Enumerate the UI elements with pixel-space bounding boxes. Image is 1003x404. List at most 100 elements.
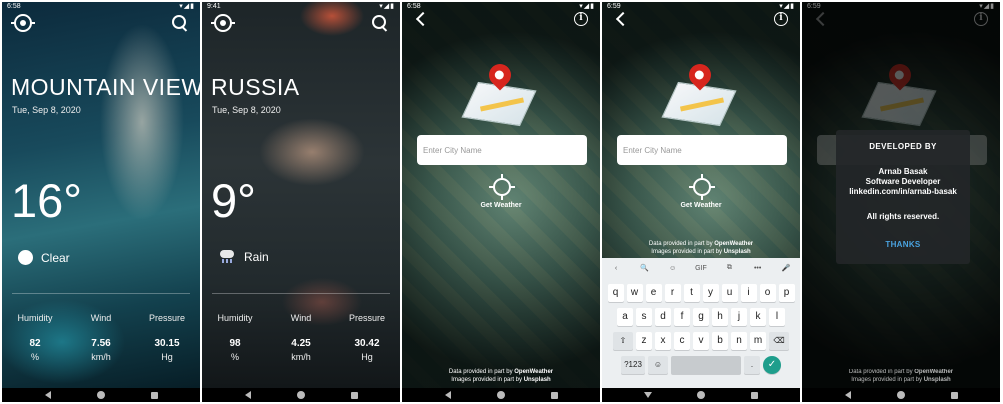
get-weather-button[interactable]: Get Weather xyxy=(602,202,800,209)
temperature: 9° xyxy=(211,174,256,227)
key[interactable]: c xyxy=(674,332,690,350)
key[interactable]: x xyxy=(655,332,671,350)
info-icon[interactable]: i xyxy=(574,12,588,26)
back-arrow-icon[interactable] xyxy=(415,11,431,27)
space-key[interactable] xyxy=(671,356,741,374)
credit-images-prefix: Images provided in part by xyxy=(651,249,723,255)
thanks-button[interactable]: THANKS xyxy=(836,240,970,249)
nav-home-icon[interactable] xyxy=(296,391,305,399)
city-name-input[interactable] xyxy=(417,135,587,165)
enter-key[interactable]: ✓ xyxy=(763,356,781,374)
my-location-icon[interactable] xyxy=(11,14,35,32)
key[interactable]: p xyxy=(778,284,795,302)
nav-recents-icon[interactable] xyxy=(750,391,758,399)
nav-back-icon[interactable] xyxy=(244,391,251,399)
developer-link[interactable]: linkedin.com/in/arnab-basak xyxy=(836,187,970,197)
key[interactable]: e xyxy=(645,284,662,302)
key[interactable]: f xyxy=(674,308,690,326)
nav-home-icon[interactable] xyxy=(696,391,705,399)
credit-data-prefix: Data provided in part by xyxy=(448,369,513,375)
kb-mic-icon[interactable]: 🎤 xyxy=(778,264,794,272)
kb-collapse-icon[interactable]: ‹ xyxy=(608,265,624,272)
credit-data: Data provided in part by OpenWeather xyxy=(802,368,1000,376)
key[interactable]: q xyxy=(607,284,624,302)
nav-recents-icon[interactable] xyxy=(350,391,358,399)
kb-translate-icon[interactable]: ⧉ xyxy=(721,264,737,272)
search-icon[interactable] xyxy=(372,15,388,31)
key[interactable]: a xyxy=(617,308,633,326)
status-time: 6:58 xyxy=(407,3,421,10)
shift-key[interactable]: ⇧ xyxy=(613,332,633,350)
credit-images-source[interactable]: Unsplash xyxy=(524,377,551,383)
key[interactable]: u xyxy=(721,284,738,302)
key[interactable]: l xyxy=(769,308,785,326)
kb-search-icon[interactable]: 🔍 xyxy=(636,264,652,272)
period-key[interactable]: . xyxy=(744,356,760,374)
nav-recents-icon[interactable] xyxy=(150,391,158,399)
about-dialog-screen: 6:59 ▾◢▮ i DEVELOPED BY Arnab Basak Soft… xyxy=(802,2,1000,402)
key[interactable]: z xyxy=(636,332,652,350)
credit-data: Data provided in part by OpenWeather xyxy=(602,240,800,248)
city-name: MOUNTAIN VIEW xyxy=(11,74,200,100)
key[interactable]: k xyxy=(750,308,766,326)
nav-back-icon[interactable] xyxy=(444,391,451,399)
kb-more-icon[interactable]: ••• xyxy=(750,265,766,272)
key[interactable]: v xyxy=(693,332,709,350)
stat-value: 30.42 xyxy=(354,338,380,349)
stat-unit: % xyxy=(230,352,239,362)
key[interactable]: w xyxy=(626,284,643,302)
key[interactable]: s xyxy=(636,308,652,326)
condition-label: Rain xyxy=(244,250,269,264)
temperature: 16° xyxy=(11,174,83,227)
key[interactable]: m xyxy=(750,332,766,350)
date-label: Tue, Sep 8, 2020 xyxy=(12,105,81,115)
kb-gif-button[interactable]: GIF xyxy=(693,265,709,272)
get-weather-button[interactable]: Get Weather xyxy=(402,202,600,209)
nav-recents-icon[interactable] xyxy=(950,391,958,399)
nav-back-icon[interactable] xyxy=(44,391,51,399)
credit-data-source[interactable]: OpenWeather xyxy=(514,369,553,375)
status-icons: ▾◢▮ xyxy=(779,3,795,10)
key[interactable]: n xyxy=(731,332,747,350)
credit-data-prefix: Data provided in part by xyxy=(848,369,913,375)
stat-unit: % xyxy=(30,352,39,362)
key[interactable]: j xyxy=(731,308,747,326)
status-bar: 9:41 ▾◢▮ xyxy=(202,2,400,11)
back-arrow-icon[interactable] xyxy=(615,11,631,27)
nav-recents-icon[interactable] xyxy=(550,391,558,399)
key[interactable]: i xyxy=(740,284,757,302)
key[interactable]: d xyxy=(655,308,671,326)
keyboard-row-4: ?123 ☺ . ✓ xyxy=(602,356,800,374)
credit-data-source[interactable]: OpenWeather xyxy=(714,241,753,247)
divider xyxy=(12,293,190,294)
key[interactable]: o xyxy=(759,284,776,302)
emoji-key[interactable]: ☺ xyxy=(648,356,668,374)
status-time: 6:58 xyxy=(7,3,21,10)
search-icon[interactable] xyxy=(172,15,188,31)
key[interactable]: y xyxy=(702,284,719,302)
stat-value: 4.25 xyxy=(291,338,311,349)
nav-home-icon[interactable] xyxy=(896,391,905,399)
weather-screen-russia: 9:41 ▾◢▮ RUSSIA Tue, Sep 8, 2020 9° Rain… xyxy=(202,2,400,402)
nav-home-icon[interactable] xyxy=(496,391,505,399)
key[interactable]: g xyxy=(693,308,709,326)
credit-images-source[interactable]: Unsplash xyxy=(724,249,751,255)
city-name-input[interactable] xyxy=(617,135,787,165)
gps-crosshair-icon[interactable] xyxy=(689,174,715,200)
my-location-icon[interactable] xyxy=(211,14,235,32)
key[interactable]: b xyxy=(712,332,728,350)
stat-label: Pressure xyxy=(148,313,185,323)
credits: Data provided in part by OpenWeather Ima… xyxy=(802,368,1000,384)
symbols-key[interactable]: ?123 xyxy=(621,356,645,374)
key[interactable]: h xyxy=(712,308,728,326)
nav-back-icon[interactable] xyxy=(844,391,851,399)
nav-home-icon[interactable] xyxy=(96,391,105,399)
info-icon[interactable]: i xyxy=(774,12,788,26)
kb-sticker-icon[interactable]: ☺ xyxy=(665,265,681,272)
key[interactable]: t xyxy=(683,284,700,302)
backspace-key[interactable]: ⌫ xyxy=(769,332,789,350)
gps-crosshair-icon[interactable] xyxy=(489,174,515,200)
key[interactable]: r xyxy=(664,284,681,302)
nav-hide-keyboard-icon[interactable] xyxy=(643,392,652,398)
map-pin-illustration xyxy=(461,59,538,127)
